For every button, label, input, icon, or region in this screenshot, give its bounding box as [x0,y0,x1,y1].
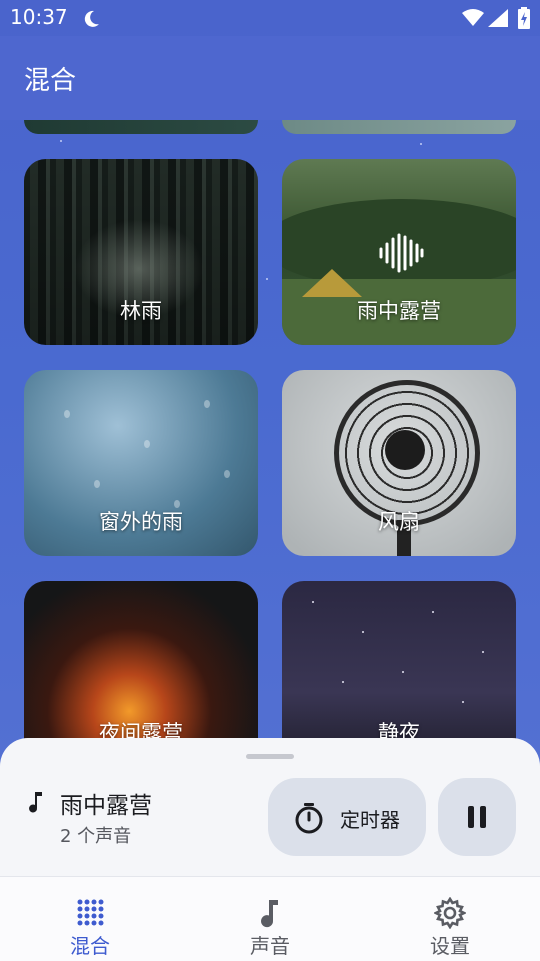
drag-handle[interactable] [246,754,294,759]
app-bar: 混合 [0,36,540,120]
now-playing-title: 雨中露营 [60,793,152,819]
night-star [402,671,404,673]
card-partial-right[interactable] [282,120,516,134]
timer-button[interactable]: 定时器 [268,778,426,856]
card-label: 林雨 [120,299,162,323]
timer-icon [295,803,323,834]
night-star [482,651,484,653]
nav-item-sounds[interactable]: 声音 [180,877,360,961]
nav-label-settings: 设置 [430,934,470,958]
music-note-icon [29,792,42,813]
timer-label: 定时器 [340,808,400,832]
raindrop [64,410,70,418]
nav-label-mix: 混合 [70,934,110,958]
gear-icon [434,897,466,929]
raindrop [204,400,210,408]
card-fan[interactable]: 风扇 [282,370,516,556]
nav-item-mix[interactable]: 混合 [0,877,180,961]
raindrop [144,440,150,448]
page-title: 混合 [24,66,77,96]
night-star [342,681,344,683]
pause-icon [468,806,486,828]
fan-hub [385,430,425,470]
card-forest-rain[interactable]: 林雨 [24,159,258,345]
now-playing-sheet[interactable]: 雨中露营 2 个声音 定时器 [0,738,540,876]
card-label: 窗外的雨 [99,510,183,534]
bottom-nav: 混合 声音 设置 [0,876,540,961]
tent-shape [302,269,362,297]
card-partial-left[interactable] [24,120,258,134]
music-note-icon [261,900,278,928]
raindrop [94,480,100,488]
card-window-rain[interactable]: 窗外的雨 [24,370,258,556]
nav-label-sounds: 声音 [250,934,290,958]
nav-item-settings[interactable]: 设置 [360,877,540,961]
night-star [462,701,464,703]
sound-wave-icon [379,233,424,273]
night-star [312,601,314,603]
night-star [362,631,364,633]
card-camping-rain[interactable]: 雨中露营 [282,159,516,345]
now-playing-subtitle: 2 个声音 [60,826,132,847]
pause-button[interactable] [438,778,516,856]
card-label: 风扇 [378,510,420,534]
night-star [432,611,434,613]
mix-dots-icon [77,899,104,926]
raindrop [224,470,230,478]
card-label: 雨中露营 [357,299,441,323]
